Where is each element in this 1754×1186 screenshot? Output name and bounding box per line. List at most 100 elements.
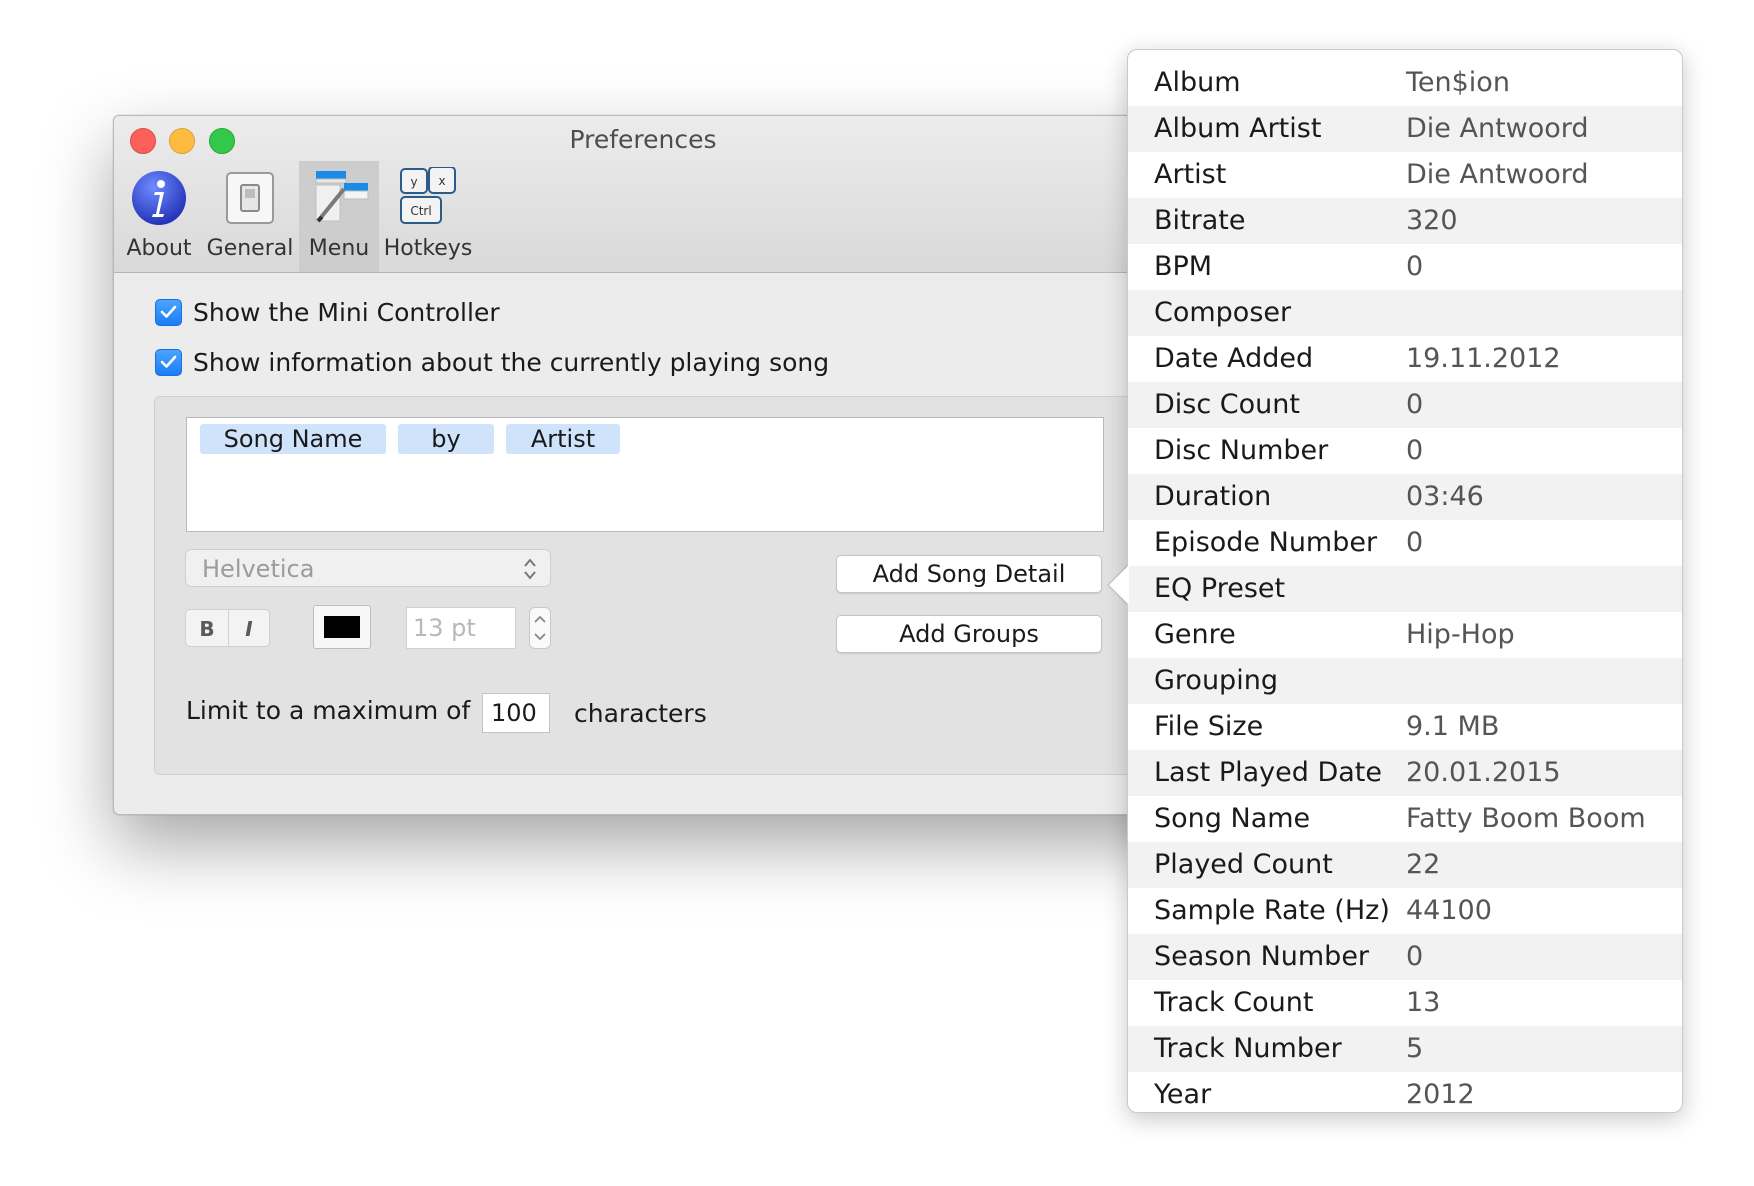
key-ctrl-label: Ctrl <box>410 204 431 218</box>
song-detail-key: Sample Rate (Hz) <box>1154 895 1390 926</box>
info-icon <box>132 171 186 225</box>
font-popup[interactable]: Helvetica <box>185 549 551 587</box>
italic-button[interactable]: I <box>228 609 270 647</box>
song-detail-key: Last Played Date <box>1154 757 1382 788</box>
song-detail-key: Grouping <box>1154 665 1278 696</box>
song-detail-row[interactable]: File Size 9.1 MB <box>1128 704 1682 750</box>
song-detail-row[interactable]: Track Number 5 <box>1128 1026 1682 1072</box>
mini-controller-option[interactable]: Show the Mini Controller <box>155 296 500 328</box>
song-detail-row[interactable]: Disc Number 0 <box>1128 428 1682 474</box>
titlebar: Preferences About General Menu y x Ctrl … <box>114 116 1274 273</box>
song-detail-row[interactable]: Sample Rate (Hz) 44100 <box>1128 888 1682 934</box>
song-detail-row[interactable]: EQ Preset <box>1128 566 1682 612</box>
song-detail-key: Track Number <box>1154 1033 1342 1064</box>
song-detail-key: Season Number <box>1154 941 1370 972</box>
song-detail-row[interactable]: Album Ten$ion <box>1128 60 1682 106</box>
song-detail-row[interactable]: Album Artist Die Antwoord <box>1128 106 1682 152</box>
song-detail-row[interactable]: Bitrate 320 <box>1128 198 1682 244</box>
font-size-field[interactable]: 13 pt <box>406 607 516 649</box>
song-detail-key: File Size <box>1154 711 1264 742</box>
song-detail-key: Episode Number <box>1154 527 1378 558</box>
stepper-arrows-icon <box>534 615 546 641</box>
song-detail-row[interactable]: Played Count 22 <box>1128 842 1682 888</box>
song-detail-value: 0 <box>1406 941 1424 972</box>
song-detail-key: EQ Preset <box>1154 573 1286 604</box>
song-detail-key: Track Count <box>1154 987 1314 1018</box>
song-detail-row[interactable]: Genre Hip-Hop <box>1128 612 1682 658</box>
song-detail-key: Album <box>1154 67 1241 98</box>
toolbar-general[interactable]: General <box>206 161 294 272</box>
bold-button[interactable]: B <box>185 609 229 647</box>
song-detail-row[interactable]: Date Added 19.11.2012 <box>1128 336 1682 382</box>
song-detail-value: 0 <box>1406 435 1424 466</box>
toolbar-about-label: About <box>126 236 192 261</box>
song-info-checkbox[interactable] <box>155 348 182 376</box>
song-detail-value: 0 <box>1406 251 1424 282</box>
toolbar-hotkeys[interactable]: y x Ctrl Hotkeys <box>382 161 474 272</box>
token-artist[interactable]: Artist <box>506 424 620 454</box>
song-details-popover: Album Ten$ion Album Artist Die Antwoord Arti… <box>1127 49 1683 1113</box>
song-detail-row[interactable]: Last Played Date 20.01.2015 <box>1128 750 1682 796</box>
song-detail-key: Album Artist <box>1154 113 1322 144</box>
limit-prefix-label: Limit to a maximum of <box>186 696 471 725</box>
song-detail-key: Bitrate <box>1154 205 1246 236</box>
song-info-option[interactable]: Show information about the currently pla… <box>155 346 829 378</box>
song-detail-key: Played Count <box>1154 849 1333 880</box>
song-detail-value: 20.01.2015 <box>1406 757 1561 788</box>
font-popup-value: Helvetica <box>202 555 315 583</box>
switch-icon <box>226 172 274 224</box>
song-detail-value: Die Antwoord <box>1406 113 1589 144</box>
song-detail-row[interactable]: Song Name Fatty Boom Boom <box>1128 796 1682 842</box>
song-detail-value: Hip-Hop <box>1406 619 1515 650</box>
format-token-field[interactable]: Song Name by Artist <box>186 417 1104 532</box>
song-detail-value: 320 <box>1406 205 1458 236</box>
mini-controller-checkbox[interactable] <box>155 298 182 326</box>
song-detail-value: 44100 <box>1406 895 1492 926</box>
song-detail-row[interactable]: Year 2012 <box>1128 1072 1682 1112</box>
song-detail-row[interactable]: Season Number 0 <box>1128 934 1682 980</box>
song-detail-value: 13 <box>1406 987 1441 1018</box>
song-detail-row[interactable]: Grouping <box>1128 658 1682 704</box>
window-title: Preferences <box>569 125 717 154</box>
song-detail-value: 19.11.2012 <box>1406 343 1561 374</box>
song-detail-key: Disc Count <box>1154 389 1300 420</box>
color-well[interactable] <box>313 605 371 649</box>
toolbar-hotkeys-label: Hotkeys <box>383 236 473 261</box>
song-detail-key: Disc Number <box>1154 435 1329 466</box>
song-detail-value: 0 <box>1406 389 1424 420</box>
key-x-label: x <box>438 174 445 188</box>
token-song-name[interactable]: Song Name <box>200 424 386 454</box>
song-info-label: Show information about the currently pla… <box>193 347 830 377</box>
toolbar-about[interactable]: About <box>119 161 199 272</box>
chevron-updown-icon <box>524 558 536 580</box>
mini-controller-label: Show the Mini Controller <box>193 297 500 327</box>
add-song-detail-button[interactable]: Add Song Detail <box>836 555 1102 593</box>
font-size-stepper[interactable] <box>529 607 551 649</box>
song-detail-key: Duration <box>1154 481 1272 512</box>
song-detail-key: Song Name <box>1154 803 1311 834</box>
song-detail-row[interactable]: Disc Count 0 <box>1128 382 1682 428</box>
toolbar-menu[interactable]: Menu <box>299 161 379 272</box>
song-detail-key: Genre <box>1154 619 1236 650</box>
menu-icon <box>315 171 369 223</box>
song-detail-key: Year <box>1154 1079 1212 1110</box>
song-detail-row[interactable]: Composer <box>1128 290 1682 336</box>
checkmark-icon <box>160 355 177 368</box>
add-groups-button[interactable]: Add Groups <box>836 615 1102 653</box>
song-detail-key: Artist <box>1154 159 1227 190</box>
song-details-list: Album Ten$ion Album Artist Die Antwoord Arti… <box>1128 60 1682 1112</box>
song-detail-value: 0 <box>1406 527 1424 558</box>
character-limit-field[interactable]: 100 <box>482 693 550 733</box>
song-detail-row[interactable]: Episode Number 0 <box>1128 520 1682 566</box>
song-detail-row[interactable]: Artist Die Antwoord <box>1128 152 1682 198</box>
keyboard-icon: y x Ctrl <box>400 167 456 224</box>
toolbar-general-label: General <box>206 236 294 261</box>
song-detail-row[interactable]: BPM 0 <box>1128 244 1682 290</box>
song-detail-row[interactable]: Track Count 13 <box>1128 980 1682 1026</box>
token-by[interactable]: by <box>398 424 494 454</box>
key-y-label: y <box>410 175 417 189</box>
popover-arrow-fill <box>1109 565 1129 605</box>
song-detail-key: Composer <box>1154 297 1292 328</box>
song-detail-value: 5 <box>1406 1033 1424 1064</box>
song-detail-row[interactable]: Duration 03:46 <box>1128 474 1682 520</box>
